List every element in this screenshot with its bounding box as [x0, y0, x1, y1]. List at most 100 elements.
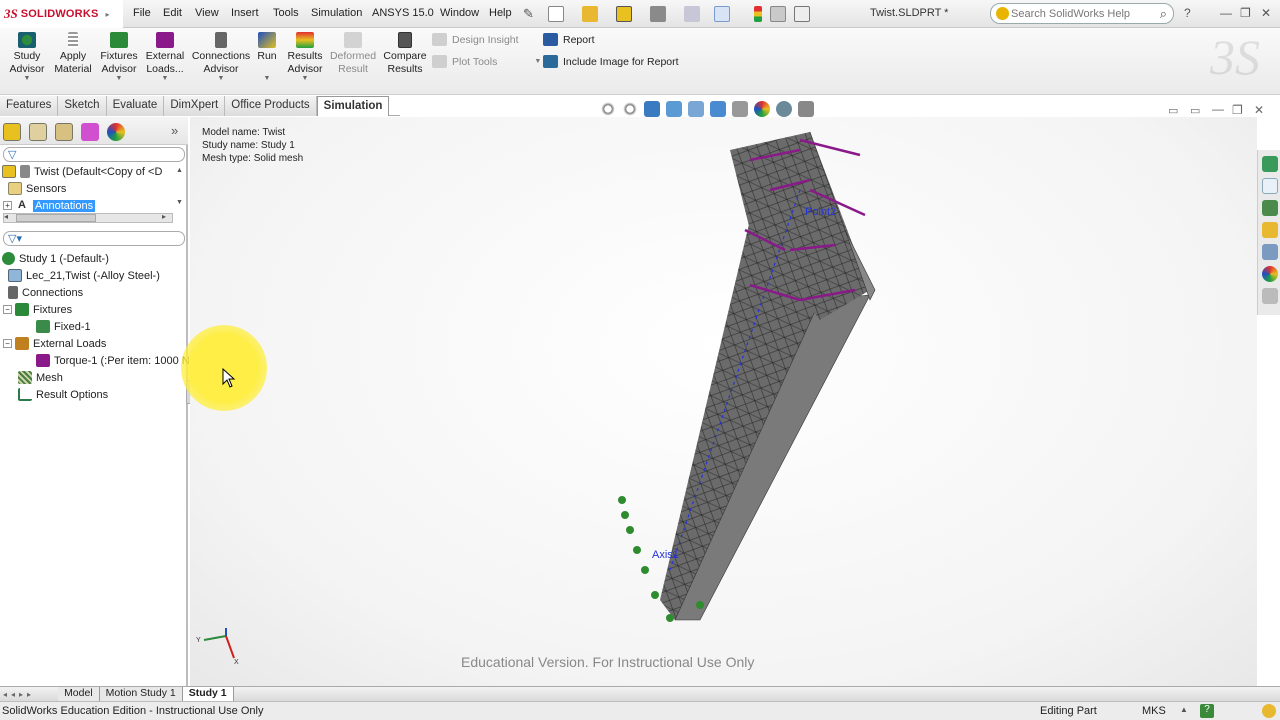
fixtures-advisor-button[interactable]: Fixtures Advisor ▼ — [98, 32, 140, 83]
custom-properties-icon[interactable] — [1262, 288, 1278, 304]
tree-study-node[interactable]: Study 1 (-Default-) — [2, 250, 109, 267]
configuration-manager-tab-icon[interactable] — [55, 123, 73, 141]
tree-torque-node[interactable]: Torque-1 (:Per item: 1000 N — [36, 352, 190, 369]
display-style-icon[interactable] — [710, 101, 726, 117]
scroll-up-icon[interactable]: ▲ — [176, 167, 183, 174]
tree-mesh-node[interactable]: Mesh — [18, 369, 63, 386]
search-input[interactable]: Search SolidWorks Help ⌕ — [990, 3, 1174, 24]
tab-office-products[interactable]: Office Products — [225, 96, 317, 116]
apply-scene-icon[interactable] — [776, 101, 792, 117]
design-insight-button[interactable]: Design Insight — [432, 33, 519, 46]
undo-icon[interactable] — [684, 6, 700, 22]
help-status-icon[interactable]: ? — [1200, 704, 1214, 718]
tab-features[interactable]: Features — [0, 96, 59, 116]
tab-scroll-arrows-icon[interactable]: ◂◂▸▸ — [0, 690, 38, 699]
tab-model[interactable]: Model — [58, 687, 100, 701]
zoom-to-fit-icon[interactable] — [600, 101, 616, 117]
options-icon[interactable] — [794, 6, 810, 22]
dropdown-arrow-icon[interactable]: ▼ — [254, 75, 280, 83]
file-explorer-icon[interactable] — [1262, 222, 1278, 238]
menu-view[interactable]: View — [195, 7, 219, 19]
twist-model-viewport[interactable]: Point2 Axis1 — [600, 120, 890, 630]
viewport-restore-icon[interactable]: ❐ — [1232, 103, 1243, 117]
close-icon[interactable]: ✕ — [1261, 6, 1271, 20]
tree-connections-node[interactable]: Connections — [8, 284, 83, 301]
tree-part-node[interactable]: Twist (Default<Copy of <D — [2, 163, 162, 180]
open-folder-icon[interactable] — [582, 6, 598, 22]
menu-ansys[interactable]: ANSYS 15.0 — [372, 7, 434, 19]
connections-advisor-button[interactable]: Connections Advisor ▼ — [191, 32, 251, 83]
tree-fixed-node[interactable]: Fixed-1 — [36, 318, 91, 335]
view-orientation-icon[interactable] — [688, 101, 704, 117]
compare-results-button[interactable]: Compare Results — [382, 32, 428, 75]
external-loads-button[interactable]: External Loads... ▼ — [143, 32, 187, 83]
tree-external-loads-node[interactable]: − External Loads — [3, 335, 106, 352]
deformed-result-button[interactable]: Deformed Result — [329, 32, 377, 75]
tree-material-node[interactable]: Lec_21,Twist (-Alloy Steel-) — [8, 267, 160, 284]
expand-icon[interactable]: + — [3, 201, 12, 210]
rebuild-icon[interactable] — [616, 6, 632, 22]
units-dropdown-icon[interactable]: ▲ — [1180, 705, 1188, 714]
select-cursor-icon[interactable] — [714, 6, 730, 22]
menu-tools[interactable]: Tools — [273, 7, 299, 19]
tab-dimxpert[interactable]: DimXpert — [164, 96, 226, 116]
menu-file[interactable]: File — [133, 7, 151, 19]
edit-appearance-icon[interactable] — [754, 101, 770, 117]
hide-show-items-icon[interactable] — [732, 101, 748, 117]
collapse-icon[interactable]: − — [3, 339, 12, 348]
menu-edit[interactable]: Edit — [163, 7, 182, 19]
view-settings-icon[interactable] — [798, 101, 814, 117]
solidworks-logo[interactable]: 3S SOLIDWORKS ▸ — [0, 0, 123, 28]
dropdown-arrow-icon[interactable]: ▼ — [143, 75, 187, 83]
dimxpert-manager-tab-icon[interactable] — [81, 123, 99, 141]
tab-evaluate[interactable]: Evaluate — [106, 96, 165, 116]
include-image-button[interactable]: Include Image for Report — [543, 55, 679, 68]
dropdown-arrow-icon[interactable]: ▼ — [191, 75, 251, 83]
help-question-icon[interactable]: ? — [1184, 6, 1191, 20]
tab-motion-study[interactable]: Motion Study 1 — [99, 687, 183, 701]
scroll-down-icon[interactable]: ▼ — [176, 199, 183, 206]
restore-icon[interactable]: ❐ — [1240, 6, 1251, 20]
tab-simulation[interactable]: Simulation — [316, 96, 390, 116]
pin-icon[interactable]: ✎ — [523, 6, 534, 22]
viewport-close-icon[interactable]: ✕ — [1254, 103, 1264, 117]
study-filter-input[interactable]: ▽▾ — [3, 231, 185, 246]
viewport-tile-icon[interactable]: ▭ — [1168, 104, 1178, 117]
dropdown-arrow-icon[interactable]: ▼ — [286, 75, 324, 83]
section-view-icon[interactable] — [666, 101, 682, 117]
view-palette-icon[interactable] — [1262, 244, 1278, 260]
tree-annotations-node[interactable]: + A Annotations — [3, 197, 96, 214]
tree-sensors-node[interactable]: Sensors — [8, 180, 66, 197]
print-icon[interactable] — [650, 6, 666, 22]
study-advisor-button[interactable]: Study Advisor ▼ — [6, 32, 48, 83]
home-icon[interactable] — [1262, 178, 1278, 194]
menu-insert[interactable]: Insert — [231, 7, 259, 19]
display-manager-tab-icon[interactable] — [107, 123, 125, 141]
menu-window[interactable]: Window — [440, 7, 479, 19]
feature-manager-tab-icon[interactable] — [3, 123, 21, 141]
collapse-icon[interactable]: − — [3, 305, 12, 314]
tab-study-1[interactable]: Study 1 — [182, 687, 234, 701]
search-icon[interactable]: ⌕ — [1160, 6, 1167, 22]
viewport-minimize-icon[interactable]: — — [1212, 102, 1224, 116]
expand-panel-icon[interactable]: » — [171, 123, 178, 138]
minimize-icon[interactable]: — — [1220, 6, 1232, 20]
property-manager-tab-icon[interactable] — [29, 123, 47, 141]
viewport-split-icon[interactable]: ▭ — [1190, 104, 1200, 117]
design-library-icon[interactable] — [1262, 200, 1278, 216]
menu-simulation[interactable]: Simulation — [311, 7, 362, 19]
horizontal-scrollbar[interactable]: ◂ ▸ — [3, 212, 173, 223]
dropdown-arrow-icon[interactable]: ▼ — [6, 75, 48, 83]
tab-sketch[interactable]: Sketch — [58, 96, 107, 116]
scroll-thumb[interactable] — [16, 214, 96, 222]
dropdown-arrow-icon[interactable]: ▼ — [98, 75, 140, 83]
file-properties-icon[interactable] — [770, 6, 786, 22]
logo-arrow-icon[interactable]: ▸ — [106, 10, 110, 19]
traffic-light-icon[interactable] — [754, 6, 762, 22]
rebuild-status-icon[interactable] — [1262, 704, 1276, 718]
tree-fixtures-node[interactable]: − Fixtures — [3, 301, 72, 318]
results-advisor-button[interactable]: Results Advisor ▼ — [286, 32, 324, 83]
run-button[interactable]: Run ▼ — [254, 32, 280, 83]
previous-view-icon[interactable] — [644, 101, 660, 117]
dropdown-arrow-icon[interactable]: ▼ — [534, 58, 541, 65]
